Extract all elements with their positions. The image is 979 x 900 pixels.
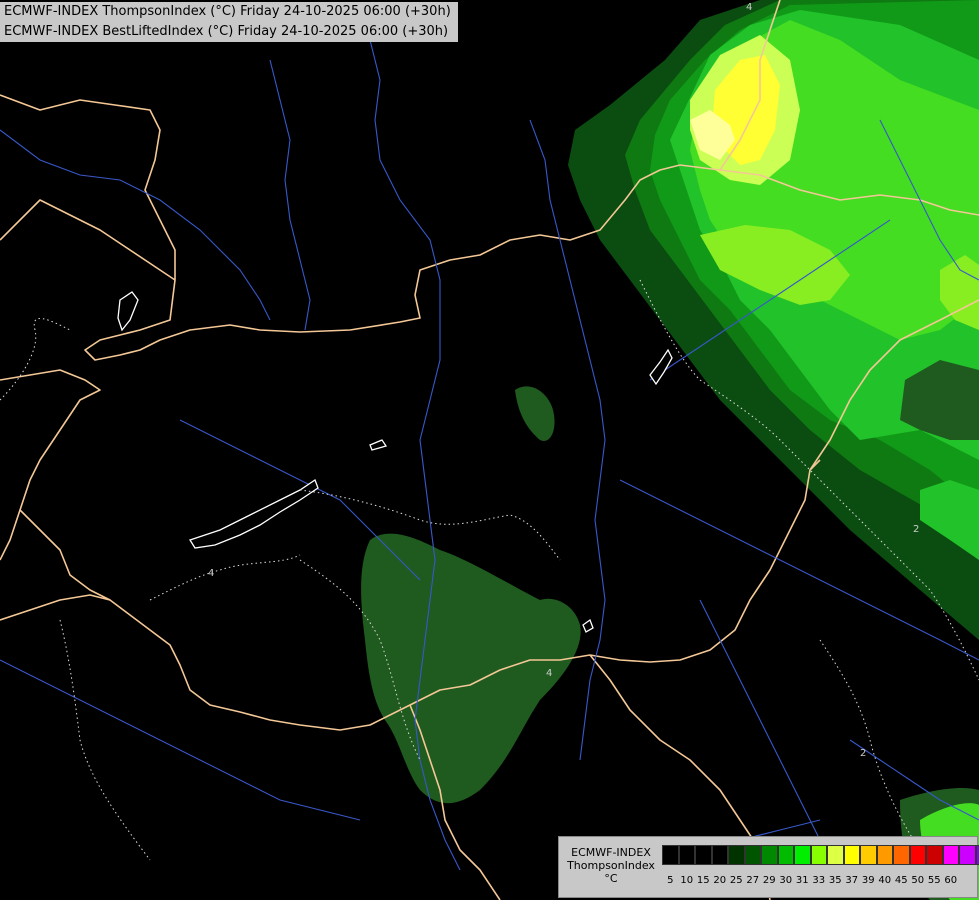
legend-title-line-2: ThompsonIndex <box>567 859 655 872</box>
legend-title-line-1: ECMWF-INDEX <box>571 846 651 859</box>
legend-unit: °C <box>604 872 618 885</box>
legend-swatch <box>876 845 893 865</box>
legend-tick-label: 31 <box>795 875 809 886</box>
legend-tick-label: 15 <box>696 875 710 886</box>
map-title-line-1: ECMWF-INDEX ThompsonIndex (°C) Friday 24… <box>0 2 458 22</box>
legend-tick-label: 40 <box>878 875 892 886</box>
map-title-line-2: ECMWF-INDEX BestLiftedIndex (°C) Friday … <box>0 22 458 42</box>
legend-tick-label: 37 <box>845 875 859 886</box>
legend-tick-label: 60 <box>944 875 958 886</box>
legend-swatch <box>959 845 976 865</box>
contour-label: 4 <box>546 668 552 679</box>
legend-swatch <box>744 845 761 865</box>
legend-swatch <box>843 845 860 865</box>
legend-swatch <box>909 845 926 865</box>
legend-tick-label: 50 <box>911 875 925 886</box>
contour-label: 4 <box>746 2 752 13</box>
contour-label: 2 <box>860 748 866 759</box>
legend-swatch <box>777 845 794 865</box>
legend-ticks: 5 10 15 20 25 27 29 30 31 33 35 37 39 40 45 50 55 60 <box>662 875 959 886</box>
legend-swatch <box>827 845 844 865</box>
legend-swatch <box>810 845 827 865</box>
legend-tick-label: 20 <box>713 875 727 886</box>
legend-tick-label: 27 <box>746 875 760 886</box>
contour-label: 4 <box>208 568 214 579</box>
legend-tick-label: 39 <box>861 875 875 886</box>
contour-label: 2 <box>913 524 919 535</box>
legend-swatch <box>662 845 679 865</box>
legend-tick-label: 29 <box>762 875 776 886</box>
color-legend: ECMWF-INDEX ThompsonIndex °C 5 10 15 20 25 27… <box>558 836 979 898</box>
legend-swatch <box>728 845 745 865</box>
legend-tick-label: 55 <box>927 875 941 886</box>
legend-swatch <box>794 845 811 865</box>
legend-tick-label: 30 <box>779 875 793 886</box>
weather-map: 4 4 2 2 4 <box>0 0 979 900</box>
legend-tick-label: 35 <box>828 875 842 886</box>
legend-tick-label: 45 <box>894 875 908 886</box>
legend-swatch <box>761 845 778 865</box>
legend-tick-label: 5 <box>667 875 674 886</box>
legend-title: ECMWF-INDEX ThompsonIndex °C <box>563 846 659 885</box>
legend-swatch <box>711 845 728 865</box>
legend-swatch <box>860 845 877 865</box>
legend-tick-label: 33 <box>812 875 826 886</box>
legend-tick-label: 10 <box>680 875 694 886</box>
legend-swatch <box>926 845 943 865</box>
legend-swatch <box>942 845 959 865</box>
legend-swatch <box>678 845 695 865</box>
legend-swatches <box>662 845 979 865</box>
legend-swatch <box>695 845 712 865</box>
legend-tick-label: 25 <box>729 875 743 886</box>
legend-swatch <box>893 845 910 865</box>
legend-swatch <box>975 845 979 865</box>
